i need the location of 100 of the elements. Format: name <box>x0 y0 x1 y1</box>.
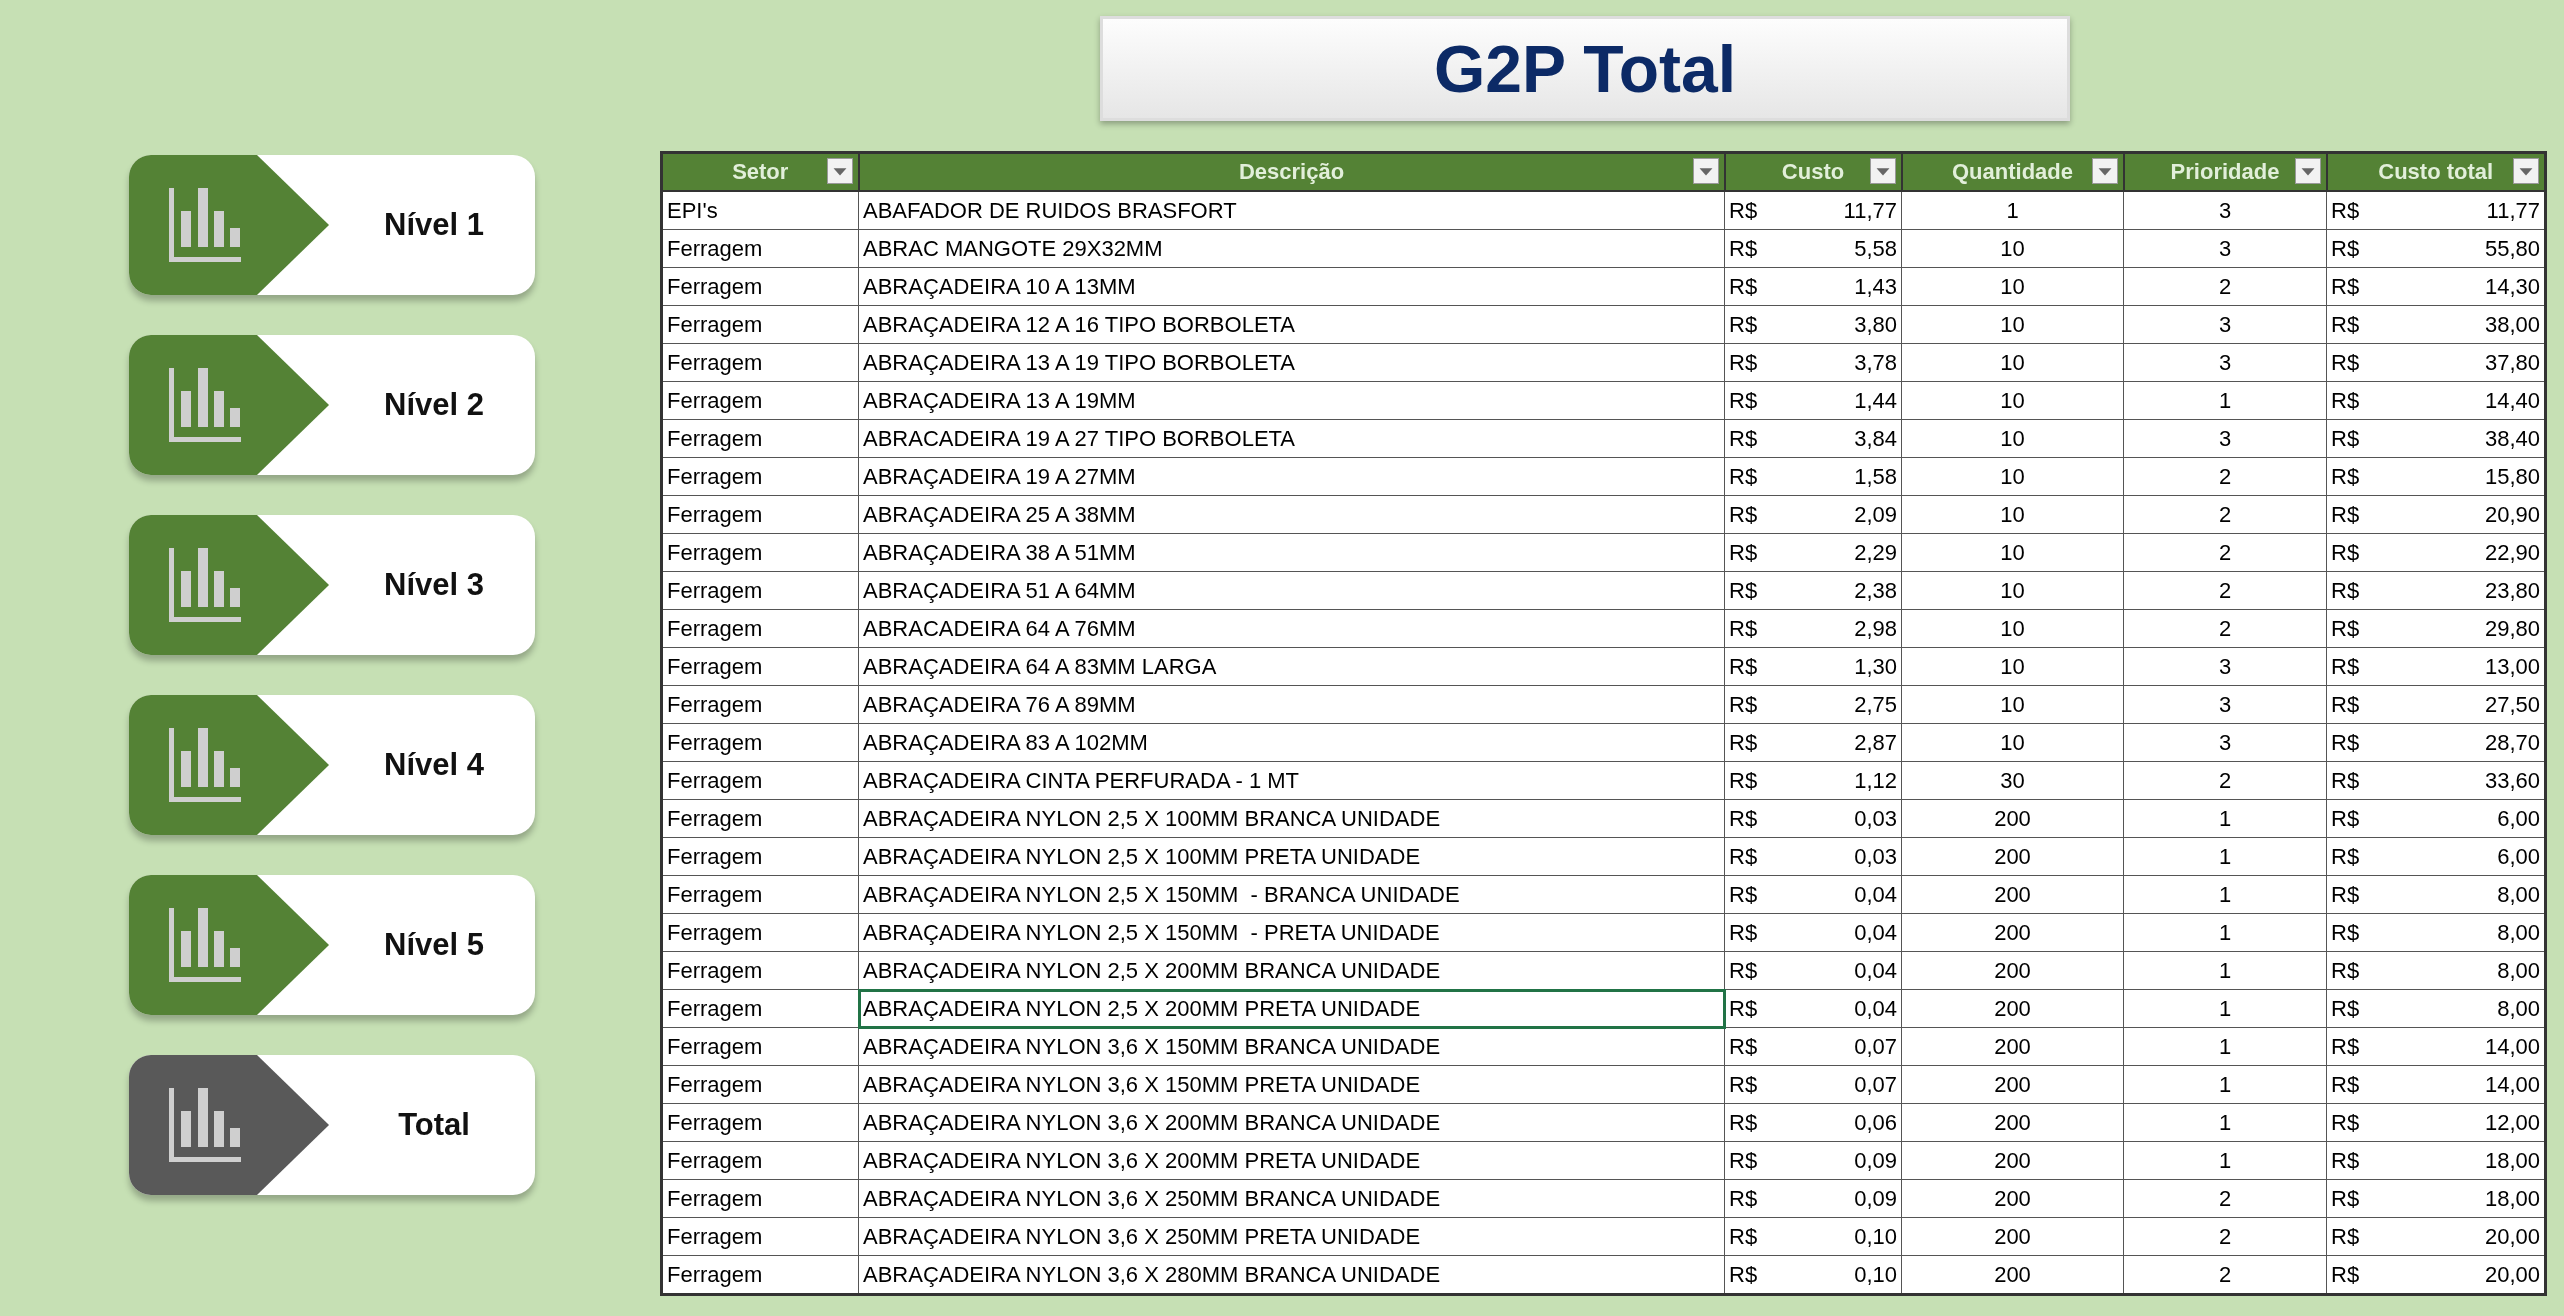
table-cell: ABRAÇADEIRA NYLON 3,6 X 250MM BRANCA UNIDADE <box>858 1179 1725 1218</box>
nav-button[interactable]: Nível 5 <box>129 875 535 1015</box>
table-cell: 200 <box>1901 1141 2124 1180</box>
table-cell: 200 <box>1901 1103 2124 1142</box>
table-cell: Ferragem <box>661 305 859 344</box>
table-cell: 10 <box>1901 609 2124 648</box>
table-cell: R$ 3,84 <box>1724 419 1902 458</box>
table-cell: 10 <box>1901 343 2124 382</box>
column-header[interactable]: Setor <box>661 152 859 191</box>
table-cell: ABRAÇADEIRA 76 A 89MM <box>858 685 1725 724</box>
table-cell: Ferragem <box>661 609 859 648</box>
table-cell: 3 <box>2123 191 2327 230</box>
table-cell: Ferragem <box>661 267 859 306</box>
table-cell: Ferragem <box>661 647 859 686</box>
table-cell: Ferragem <box>661 571 859 610</box>
column-header[interactable]: Custo <box>1724 152 1902 191</box>
table-cell: 3 <box>2123 685 2327 724</box>
table-cell: 200 <box>1901 951 2124 990</box>
table-cell: 10 <box>1901 533 2124 572</box>
table-cell: 2 <box>2123 571 2327 610</box>
table-cell: R$ 1,44 <box>1724 381 1902 420</box>
table-cell: 10 <box>1901 571 2124 610</box>
table-cell: 1 <box>2123 951 2327 990</box>
table-cell: R$ 0,04 <box>1724 951 1902 990</box>
nav-button[interactable]: Nível 4 <box>129 695 535 835</box>
table-cell: ABRACADEIRA 64 A 76MM <box>858 609 1725 648</box>
table-cell: R$ 3,80 <box>1724 305 1902 344</box>
table-cell: ABRAÇADEIRA 10 A 13MM <box>858 267 1725 306</box>
table-cell: R$ 2,09 <box>1724 495 1902 534</box>
table-cell: ABRAÇADEIRA NYLON 3,6 X 150MM PRETA UNIDADE <box>858 1065 1725 1104</box>
table-cell: R$ 0,09 <box>1724 1179 1902 1218</box>
table-cell: R$ 0,07 <box>1724 1065 1902 1104</box>
nav-button[interactable]: Nível 3 <box>129 515 535 655</box>
table-cell: Ferragem <box>661 951 859 990</box>
table-cell: 10 <box>1901 647 2124 686</box>
table-cell: 200 <box>1901 913 2124 952</box>
table-cell: ABRAÇADEIRA NYLON 3,6 X 250MM PRETA UNIDADE <box>858 1217 1725 1256</box>
filter-dropdown-icon[interactable] <box>1692 158 1719 184</box>
table-cell: 1 <box>2123 1065 2327 1104</box>
table-cell: R$ 2,29 <box>1724 533 1902 572</box>
column-header[interactable]: Custo total <box>2326 152 2546 191</box>
bar-chart-icon <box>169 188 241 262</box>
table-cell: ABRAÇADEIRA 13 A 19 TIPO BORBOLETA <box>858 343 1725 382</box>
column-header[interactable]: Descrição <box>858 152 1725 191</box>
table-cell: Ferragem <box>661 229 859 268</box>
table-cell: 200 <box>1901 875 2124 914</box>
table-cell: ABRAÇADEIRA NYLON 2,5 X 100MM BRANCA UNIDADE <box>858 799 1725 838</box>
table-cell: 30 <box>1901 761 2124 800</box>
table-cell: 3 <box>2123 419 2327 458</box>
table-cell: 1 <box>2123 381 2327 420</box>
table-cell: Ferragem <box>661 343 859 382</box>
table-cell: Ferragem <box>661 1217 859 1256</box>
table-cell: Ferragem <box>661 1179 859 1218</box>
table-cell: ABRAÇADEIRA 25 A 38MM <box>858 495 1725 534</box>
table-cell: R$ 0,04 <box>1724 989 1902 1028</box>
table-cell: ABRAÇADEIRA 13 A 19MM <box>858 381 1725 420</box>
table-cell: 10 <box>1901 267 2124 306</box>
table-cell: R$ 0,04 <box>1724 913 1902 952</box>
table-cell: ABRAC MANGOTE 29X32MM <box>858 229 1725 268</box>
table-cell: R$ 0,10 <box>1724 1217 1902 1256</box>
filter-dropdown-icon[interactable] <box>2091 158 2118 184</box>
table-cell: 200 <box>1901 989 2124 1028</box>
nav-button[interactable]: Total <box>129 1055 535 1195</box>
table-cell: 1 <box>2123 1103 2327 1142</box>
table-cell: R$ 0,04 <box>1724 875 1902 914</box>
table-cell: ABRAÇADEIRA 64 A 83MM LARGA <box>858 647 1725 686</box>
table-cell: ABRAÇADEIRA CINTA PERFURADA - 1 MT <box>858 761 1725 800</box>
table-cell: Ferragem <box>661 1141 859 1180</box>
filter-dropdown-icon[interactable] <box>1869 158 1896 184</box>
table-cell: R$ 1,58 <box>1724 457 1902 496</box>
table-cell: Ferragem <box>661 533 859 572</box>
table-cell: 10 <box>1901 305 2124 344</box>
table-cell: 10 <box>1901 723 2124 762</box>
filter-dropdown-icon[interactable] <box>2294 158 2321 184</box>
table-cell: Ferragem <box>661 723 859 762</box>
table-cell: 1 <box>2123 799 2327 838</box>
table-cell: 200 <box>1901 1065 2124 1104</box>
column-header[interactable]: Prioridade <box>2123 152 2327 191</box>
table-cell: ABRACADEIRA 19 A 27 TIPO BORBOLETA <box>858 419 1725 458</box>
bar-chart-icon <box>169 548 241 622</box>
table-cell: 2 <box>2123 495 2327 534</box>
nav-button[interactable]: Nível 2 <box>129 335 535 475</box>
filter-dropdown-icon[interactable] <box>2513 158 2539 184</box>
table-cell: R$ 2,98 <box>1724 609 1902 648</box>
table-cell: ABRAÇADEIRA NYLON 2,5 X 100MM PRETA UNIDADE <box>858 837 1725 876</box>
column-header[interactable]: Quantidade <box>1901 152 2124 191</box>
bar-chart-icon <box>169 908 241 982</box>
nav-button[interactable]: Nível 1 <box>129 155 535 295</box>
page-title: G2P Total <box>1100 16 2070 121</box>
table-cell: 2 <box>2123 1179 2327 1218</box>
table-cell: 200 <box>1901 837 2124 876</box>
filter-dropdown-icon[interactable] <box>826 158 853 184</box>
table-cell: R$ 11,77 <box>1724 191 1902 230</box>
table-cell: R$ 0,03 <box>1724 837 1902 876</box>
table-cell: 3 <box>2123 229 2327 268</box>
table-cell: Ferragem <box>661 1065 859 1104</box>
table-cell: ABAFADOR DE RUIDOS BRASFORT <box>858 191 1725 230</box>
table-cell: ABRAÇADEIRA NYLON 2,5 X 150MM - PRETA UNIDADE <box>858 913 1725 952</box>
table-cell: R$ 0,09 <box>1724 1141 1902 1180</box>
table-cell: R$ 0,07 <box>1724 1027 1902 1066</box>
